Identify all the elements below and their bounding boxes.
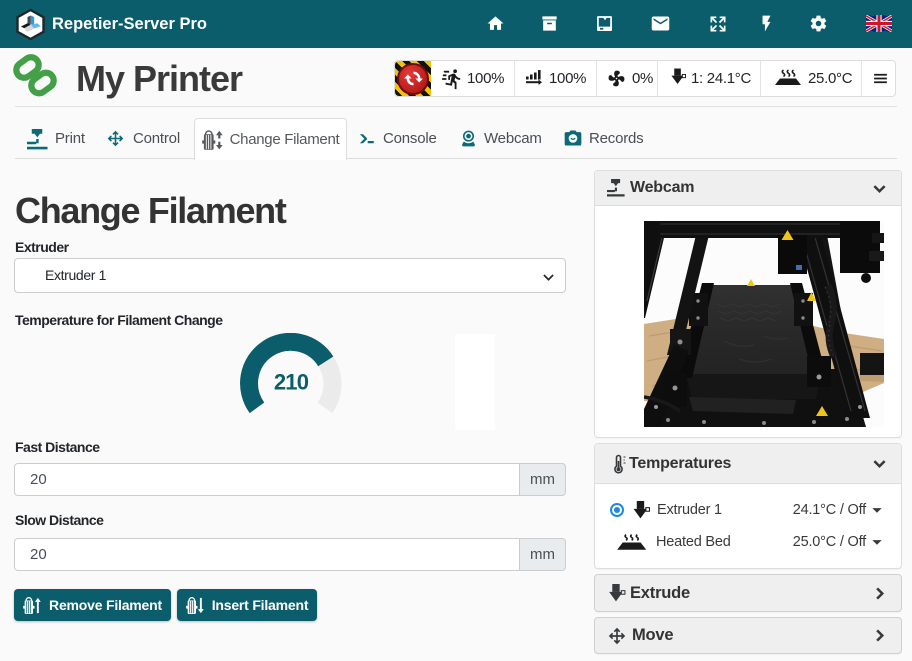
svg-text:210: 210 [274,370,309,395]
